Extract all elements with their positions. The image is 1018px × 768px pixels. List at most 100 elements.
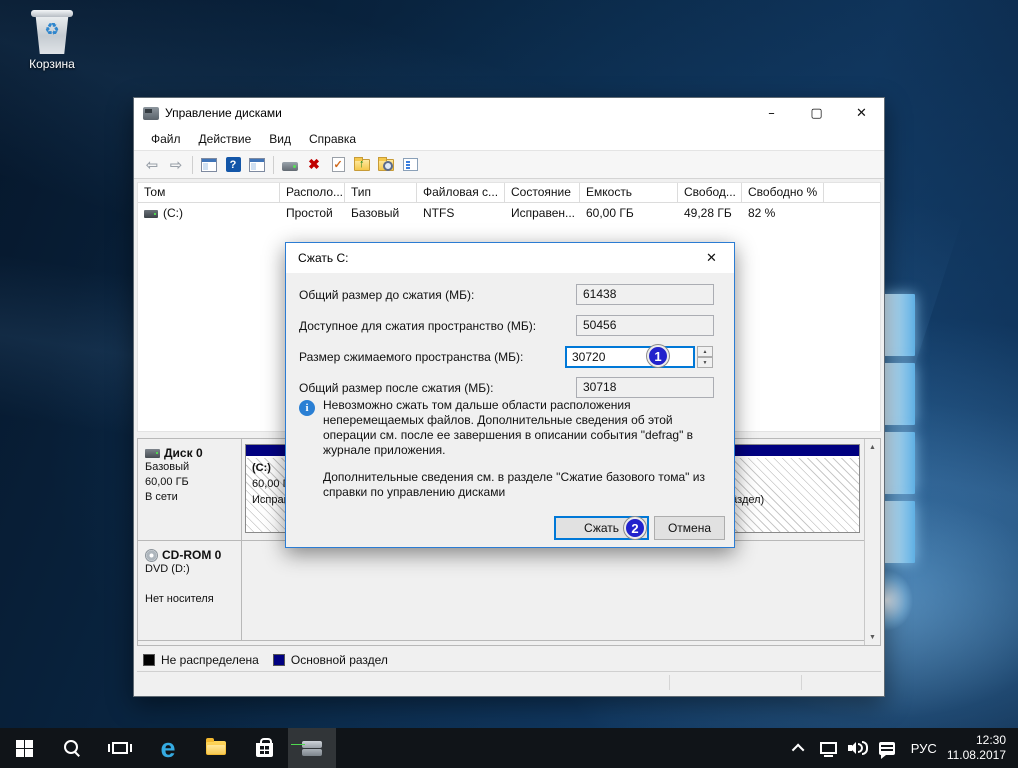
dialog-titlebar[interactable]: Сжать C: ✕ bbox=[286, 243, 734, 273]
cell-capacity: 60,00 ГБ bbox=[580, 206, 678, 220]
windows-logo-icon bbox=[16, 740, 33, 757]
recycle-bin-label: Корзина bbox=[12, 57, 92, 71]
network-icon bbox=[820, 742, 837, 754]
back-icon: ⇦ bbox=[146, 156, 159, 174]
total-after-label: Общий размер после сжатия (МБ): bbox=[299, 381, 493, 395]
store-taskbar-button[interactable] bbox=[240, 728, 288, 768]
toolbar: ⇦ ⇨ ? ✖ bbox=[134, 151, 884, 179]
menu-action[interactable]: Действие bbox=[190, 129, 261, 149]
task-view-button[interactable] bbox=[96, 728, 144, 768]
console-tree-icon bbox=[249, 158, 265, 172]
menu-file[interactable]: Файл bbox=[142, 129, 190, 149]
cell-free-percent: 82 % bbox=[742, 206, 824, 220]
disk0-info-panel[interactable]: Диск 0 Базовый 60,00 ГБ В сети bbox=[138, 439, 242, 540]
shrink-dialog: Сжать C: ✕ Общий размер до сжатия (МБ): … bbox=[285, 242, 735, 548]
rescan-disks-button[interactable] bbox=[278, 153, 302, 177]
back-button[interactable]: ⇦ bbox=[140, 153, 164, 177]
info-icon: i bbox=[299, 400, 315, 416]
spin-up-icon[interactable]: ▲ bbox=[697, 346, 713, 357]
clock-date: 11.08.2017 bbox=[947, 748, 1006, 763]
disk-management-taskbar-button[interactable] bbox=[288, 728, 336, 768]
recycle-bin-shortcut[interactable]: ♻ Корзина bbox=[12, 8, 92, 71]
taskbar-search-button[interactable] bbox=[48, 728, 96, 768]
column-blank bbox=[824, 183, 880, 202]
close-button[interactable]: ✕ bbox=[839, 98, 884, 128]
cdrom-info-panel[interactable]: CD-ROM 0 DVD (D:) Нет носителя bbox=[138, 541, 242, 640]
volume-tray-button[interactable] bbox=[843, 728, 873, 768]
graph-scrollbar[interactable]: ▲ ▼ bbox=[864, 439, 880, 645]
app-icon bbox=[143, 107, 159, 120]
legend-unallocated: Не распределена bbox=[143, 653, 259, 667]
spin-down-icon[interactable]: ▼ bbox=[697, 357, 713, 368]
folder-up-button[interactable] bbox=[350, 153, 374, 177]
disk0-status: В сети bbox=[145, 490, 241, 505]
unallocated-swatch bbox=[143, 654, 155, 666]
system-tray: РУС 12:30 11.08.2017 bbox=[785, 728, 1018, 768]
check-volume-button[interactable] bbox=[326, 153, 350, 177]
language-indicator[interactable]: РУС bbox=[901, 741, 947, 756]
notifications-button[interactable] bbox=[873, 728, 901, 768]
disk-icon bbox=[282, 162, 298, 171]
status-divider bbox=[669, 675, 670, 690]
menu-view[interactable]: Вид bbox=[260, 129, 300, 149]
cell-free: 49,28 ГБ bbox=[678, 206, 742, 220]
search-icon bbox=[63, 739, 81, 757]
disk-management-icon bbox=[300, 739, 324, 757]
show-console-tree-button[interactable] bbox=[245, 153, 269, 177]
start-button[interactable] bbox=[0, 728, 48, 768]
window-title: Управление дисками bbox=[165, 106, 749, 120]
cdrom-row: CD-ROM 0 DVD (D:) Нет носителя bbox=[138, 541, 864, 641]
shrink-amount-label: Размер сжимаемого пространства (МБ): bbox=[299, 350, 523, 364]
menu-bar: Файл Действие Вид Справка bbox=[134, 128, 884, 151]
recycle-symbol-icon: ♻ bbox=[31, 20, 73, 40]
column-free[interactable]: Свобод... bbox=[678, 183, 742, 202]
close-icon: ✕ bbox=[706, 250, 717, 266]
scroll-up-icon[interactable]: ▲ bbox=[865, 439, 880, 455]
forward-button[interactable]: ⇨ bbox=[164, 153, 188, 177]
speaker-icon bbox=[848, 740, 868, 756]
cdrom-status: Нет носителя bbox=[145, 592, 241, 607]
column-layout[interactable]: Располо... bbox=[280, 183, 345, 202]
column-free-percent[interactable]: Свободно % bbox=[742, 183, 824, 202]
column-status[interactable]: Состояние bbox=[505, 183, 580, 202]
delete-icon: ✖ bbox=[308, 156, 320, 173]
scroll-down-icon[interactable]: ▼ bbox=[865, 629, 880, 645]
help-button[interactable]: ? bbox=[221, 153, 245, 177]
properties-list-icon bbox=[403, 158, 418, 171]
folder-search-button[interactable] bbox=[374, 153, 398, 177]
clock-time: 12:30 bbox=[947, 733, 1006, 748]
clock[interactable]: 12:30 11.08.2017 bbox=[947, 733, 1018, 763]
menu-help[interactable]: Справка bbox=[300, 129, 365, 149]
edge-taskbar-button[interactable]: e bbox=[144, 728, 192, 768]
annotation-badge-1: 1 bbox=[647, 345, 669, 367]
window-titlebar[interactable]: Управление дисками – ▢ ✕ bbox=[134, 98, 884, 128]
column-capacity[interactable]: Емкость bbox=[580, 183, 678, 202]
folder-search-icon bbox=[378, 159, 394, 171]
toolbar-separator bbox=[273, 156, 274, 174]
network-tray-button[interactable] bbox=[815, 728, 843, 768]
help-icon: ? bbox=[226, 157, 241, 172]
minimize-button[interactable]: – bbox=[749, 98, 794, 128]
total-before-field: 61438 bbox=[576, 284, 714, 305]
column-filesystem[interactable]: Файловая с... bbox=[417, 183, 505, 202]
windows-logo-glow bbox=[881, 294, 917, 570]
cd-icon bbox=[145, 549, 158, 562]
cancel-button[interactable]: Отмена bbox=[654, 516, 725, 540]
cell-layout: Простой bbox=[280, 206, 345, 220]
shrink-amount-input[interactable] bbox=[565, 346, 695, 368]
dialog-close-button[interactable]: ✕ bbox=[689, 244, 734, 273]
legend-bar: Не распределена Основной раздел bbox=[137, 649, 881, 670]
delete-button[interactable]: ✖ bbox=[302, 153, 326, 177]
cell-filesystem: NTFS bbox=[417, 206, 505, 220]
taskbar: e РУС 12:30 11.08.2017 bbox=[0, 728, 1018, 768]
column-volume[interactable]: Том bbox=[138, 183, 280, 202]
column-type[interactable]: Тип bbox=[345, 183, 417, 202]
file-explorer-taskbar-button[interactable] bbox=[192, 728, 240, 768]
tray-overflow-button[interactable] bbox=[785, 728, 815, 768]
volume-row-c[interactable]: (C:) Простой Базовый NTFS Исправен... 60… bbox=[138, 203, 880, 223]
maximize-button[interactable]: ▢ bbox=[794, 98, 839, 128]
properties-button[interactable] bbox=[398, 153, 422, 177]
annotation-badge-2: 2 bbox=[624, 517, 646, 539]
console-window-icon bbox=[201, 158, 217, 172]
console-window-button[interactable] bbox=[197, 153, 221, 177]
